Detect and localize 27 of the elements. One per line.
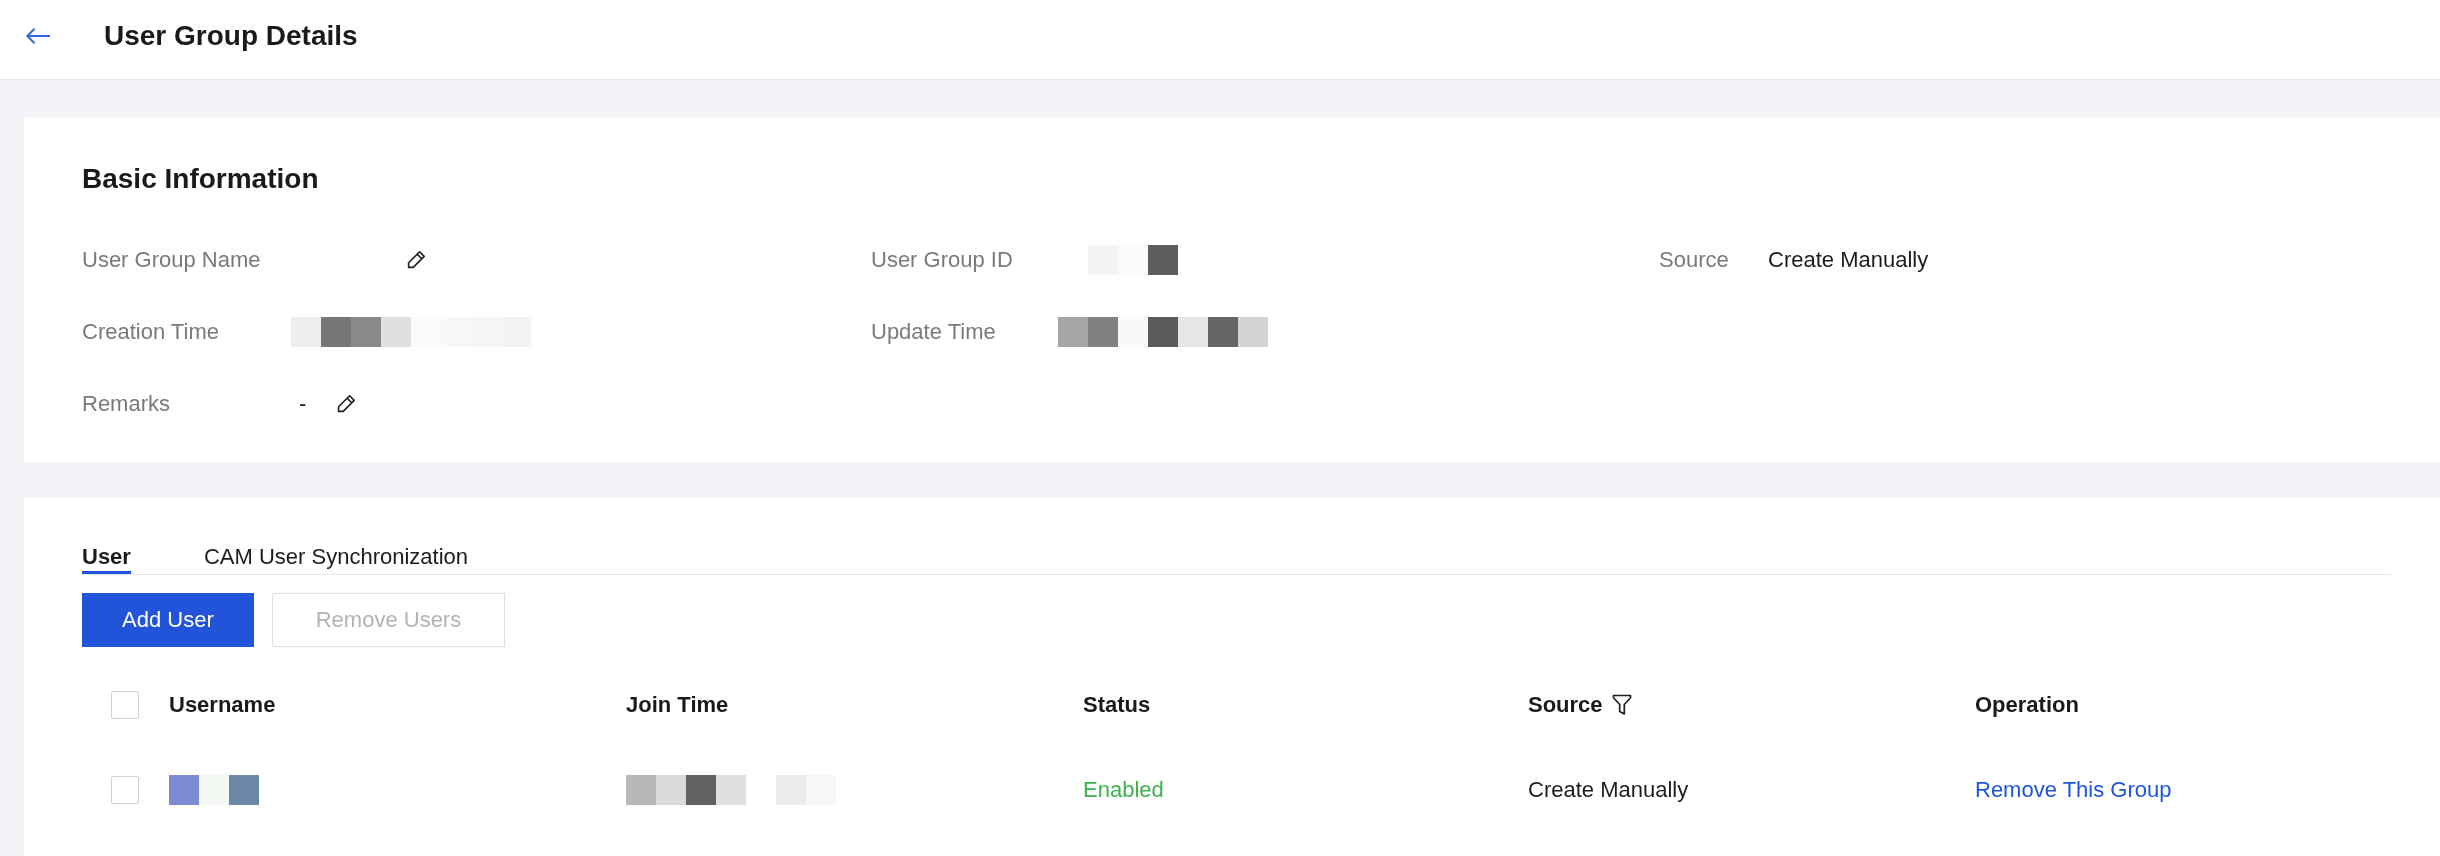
add-user-button[interactable]: Add User (82, 593, 254, 647)
pencil-icon[interactable] (336, 394, 357, 414)
field-label: Remarks (82, 390, 171, 418)
column-header: Join Time (626, 691, 729, 719)
field-value: Create Manually (1768, 246, 1929, 274)
page-title: User Group Details (104, 18, 358, 53)
section-title: Basic Information (82, 162, 320, 196)
pencil-icon[interactable] (406, 250, 426, 270)
table-cell: Create Manually (1528, 775, 1689, 804)
column-header: Status (1083, 691, 1151, 719)
field-label: User Group Name (82, 246, 262, 274)
field-label: Update Time (871, 318, 997, 346)
field-label: Creation Time (82, 318, 220, 346)
left-arrow-icon[interactable] (25, 26, 51, 45)
checkbox[interactable] (111, 691, 139, 719)
checkbox[interactable] (111, 775, 139, 804)
column-header: Username (169, 691, 276, 719)
tab[interactable]: User (82, 544, 131, 574)
tab[interactable]: CAM User Synchronization (203, 544, 469, 574)
field-label: Source (1659, 246, 1730, 274)
column-header: Source (1528, 691, 1603, 719)
field-value: - (299, 390, 307, 418)
field-label: User Group ID (871, 246, 1014, 274)
filter-icon[interactable] (1611, 694, 1632, 716)
column-header: Operation (1975, 691, 2079, 719)
status-text: Enabled (1083, 775, 1164, 804)
remove-link[interactable]: Remove This Group (1975, 775, 2172, 804)
